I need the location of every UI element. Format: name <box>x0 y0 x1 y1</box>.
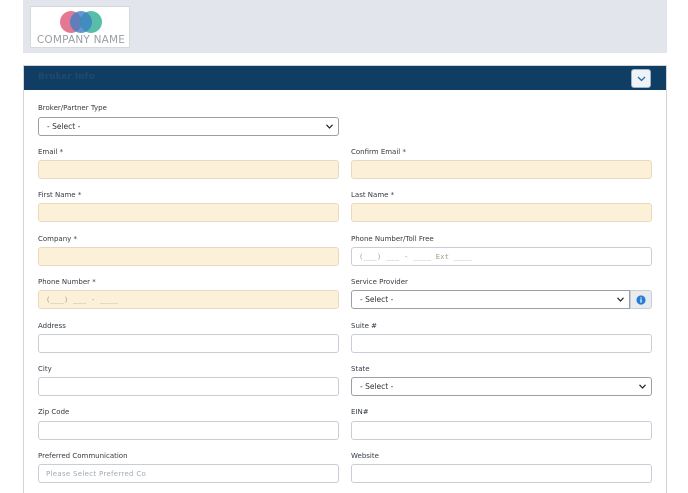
chevron-down-icon <box>637 76 645 81</box>
panel-title: Broker Info <box>38 72 95 82</box>
company-label: Company * <box>38 235 78 243</box>
state-label: State <box>351 365 370 373</box>
phone-toll-free-field[interactable]: (___) ___ - ____ Ext ____ <box>351 247 652 266</box>
broker-type-value: - Select - <box>47 122 81 131</box>
zip-label: Zip Code <box>38 408 70 416</box>
service-provider-select[interactable]: - Select - <box>351 290 630 309</box>
address-label: Address <box>38 322 66 330</box>
confirm-email-label: Confirm Email * <box>351 148 406 156</box>
city-label: City <box>38 365 52 373</box>
logo-mark <box>60 11 102 33</box>
zip-field[interactable] <box>38 421 339 440</box>
company-field[interactable] <box>38 247 339 266</box>
state-value: - Select - <box>360 382 394 391</box>
email-field[interactable] <box>38 160 339 179</box>
phone-field[interactable]: (___) ___ - ____ <box>38 290 339 309</box>
info-icon <box>636 294 646 305</box>
preferred-communication-label: Preferred Communication <box>38 452 128 460</box>
chevron-down-icon <box>617 297 624 302</box>
broker-type-label: Broker/Partner Type <box>38 104 107 112</box>
preferred-communication-placeholder: Please Select Preferred Co <box>46 469 147 478</box>
suite-field[interactable] <box>351 334 652 353</box>
phone-placeholder: (___) ___ - ____ <box>46 295 119 304</box>
logo-company-name: COMPANY NAME <box>36 34 126 46</box>
last-name-label: Last Name * <box>351 191 395 199</box>
confirm-email-field[interactable] <box>351 160 652 179</box>
broker-type-select[interactable]: - Select - <box>38 117 339 136</box>
last-name-field[interactable] <box>351 203 652 222</box>
state-select[interactable]: - Select - <box>351 377 652 396</box>
first-name-field[interactable] <box>38 203 339 222</box>
chevron-down-icon <box>326 124 333 129</box>
city-field[interactable] <box>38 377 339 396</box>
preferred-communication-field[interactable]: Please Select Preferred Co <box>38 464 339 483</box>
ein-label: EIN# <box>351 408 369 416</box>
collapse-button[interactable] <box>631 69 651 88</box>
chevron-down-icon <box>639 384 646 389</box>
service-provider-value: - Select - <box>360 295 394 304</box>
service-provider-label: Service Provider <box>351 278 408 286</box>
phone-label: Phone Number * <box>38 278 96 286</box>
website-label: Website <box>351 452 379 460</box>
service-provider-info-button[interactable] <box>630 290 652 309</box>
address-field[interactable] <box>38 334 339 353</box>
phone-toll-free-label: Phone Number/Toll Free <box>351 235 434 243</box>
first-name-label: First Name * <box>38 191 82 199</box>
email-label: Email * <box>38 148 64 156</box>
panel-header: Broker Info <box>24 66 666 90</box>
company-logo: COMPANY NAME <box>30 6 130 48</box>
ein-field[interactable] <box>351 421 652 440</box>
website-field[interactable] <box>351 464 652 483</box>
suite-label: Suite # <box>351 322 377 330</box>
phone-toll-free-placeholder: (___) ___ - ____ Ext ____ <box>359 252 472 261</box>
